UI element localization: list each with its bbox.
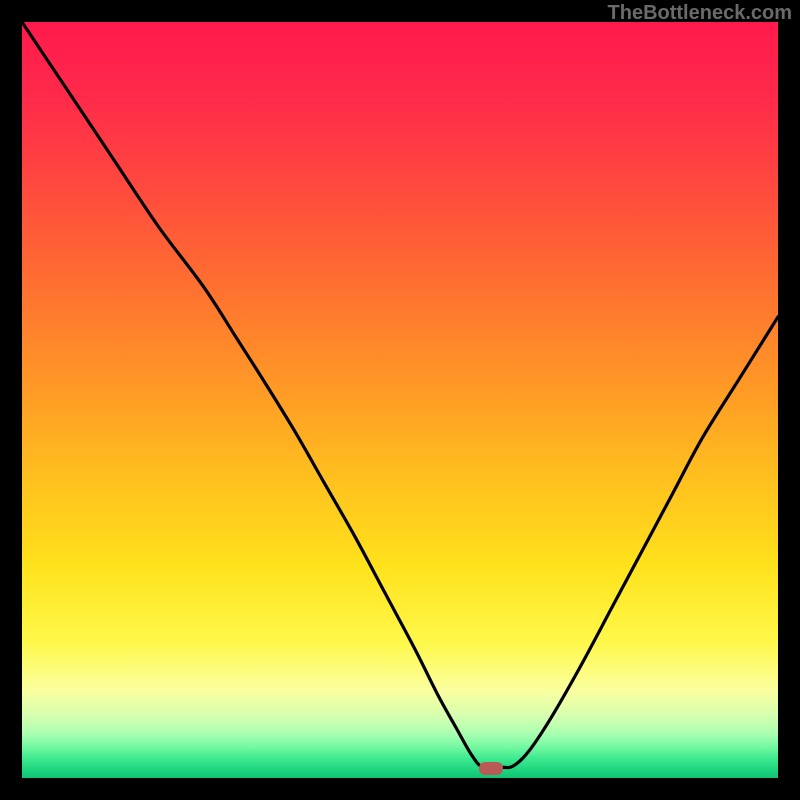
plot-area <box>22 22 778 778</box>
bottleneck-curve <box>22 22 778 768</box>
chart-frame: TheBottleneck.com <box>0 0 800 800</box>
optimal-point-marker <box>479 762 503 775</box>
gradient-background <box>22 22 778 778</box>
bottleneck-chart-svg <box>22 22 778 778</box>
